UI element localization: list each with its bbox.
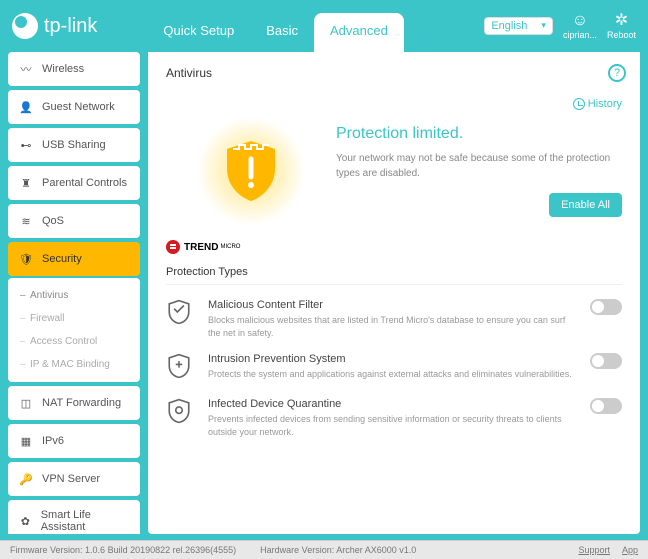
status-row: Protection limited. Your network may not… (166, 116, 622, 226)
usb-icon: ⊷ (18, 137, 34, 153)
sidebar-label: VPN Server (42, 473, 100, 485)
protection-type-row: Malicious Content Filter Blocks maliciou… (166, 299, 622, 339)
user-menu[interactable]: ☺ciprian... (563, 11, 597, 41)
reboot-button[interactable]: ✲Reboot (607, 11, 636, 41)
ptype-name: Intrusion Prevention System (208, 353, 576, 365)
top-bar: tp-link Quick Setup Basic Advanced Engli… (0, 0, 648, 52)
wifi-icon: 〰 (18, 61, 34, 77)
sidebar-item-qos[interactable]: ≋ QoS (8, 204, 140, 238)
fw-version: Firmware Version: 1.0.6 Build 20190822 r… (10, 545, 236, 555)
footer: Firmware Version: 1.0.6 Build 20190822 r… (0, 540, 648, 559)
sidebar-item-guest[interactable]: 👤 Guest Network (8, 90, 140, 124)
history-link[interactable]: History (166, 98, 622, 110)
protection-type-row: Infected Device Quarantine Prevents infe… (166, 398, 622, 438)
status-text: Protection limited. Your network may not… (336, 125, 622, 217)
quarantine-shield-icon (166, 398, 194, 429)
ptype-name: Infected Device Quarantine (208, 398, 576, 410)
clock-icon (573, 98, 585, 110)
ipv6-icon: ▦ (18, 433, 34, 449)
page-title: Antivirus (166, 66, 622, 80)
support-link[interactable]: Support (578, 545, 610, 555)
sidebar-item-vpn[interactable]: 🔑 VPN Server (8, 462, 140, 496)
user-label: ciprian... (563, 30, 597, 40)
sidebar-item-usb[interactable]: ⊷ USB Sharing (8, 128, 140, 162)
brand-text: tp-link (44, 15, 97, 38)
sidebar-item-ipv6[interactable]: ▦ IPv6 (8, 424, 140, 458)
sidebar-item-wireless[interactable]: 〰 Wireless (8, 52, 140, 86)
language-select[interactable]: English (484, 17, 553, 35)
ptype-body: Infected Device Quarantine Prevents infe… (208, 398, 576, 438)
sidebar-item-security[interactable]: 🛡 Security (8, 242, 140, 276)
protection-type-row: Intrusion Prevention System Protects the… (166, 353, 622, 384)
app-link[interactable]: App (622, 545, 638, 555)
sidebar: 〰 Wireless 👤 Guest Network ⊷ USB Sharing ♜ P… (8, 52, 140, 534)
toggle-intrusion-prevention[interactable] (590, 353, 622, 369)
sidebar-label: NAT Forwarding (42, 397, 121, 409)
topbar-right: English ☺ciprian... ✲Reboot (484, 11, 636, 41)
enable-all-button[interactable]: Enable All (549, 193, 622, 217)
toggle-malicious-filter[interactable] (590, 299, 622, 315)
reboot-label: Reboot (607, 30, 636, 40)
ptype-desc: Blocks malicious websites that are liste… (208, 314, 576, 339)
sub-item-access[interactable]: Access Control (8, 330, 140, 353)
sidebar-item-nat[interactable]: ◫ NAT Forwarding (8, 386, 140, 420)
qos-icon: ≋ (18, 213, 34, 229)
history-label: History (588, 98, 622, 110)
section-title: Protection Types (166, 266, 622, 285)
sub-item-firewall[interactable]: Firewall (8, 307, 140, 330)
tab-advanced[interactable]: Advanced (314, 13, 404, 52)
sidebar-label: QoS (42, 215, 64, 227)
trend-micro-badge: TREND MICRO (166, 240, 622, 254)
guest-icon: 👤 (18, 99, 34, 115)
ptype-desc: Prevents infected devices from sending s… (208, 413, 576, 438)
user-icon: ☺ (563, 11, 597, 30)
sidebar-label: Smart Life Assistant (41, 509, 130, 533)
tab-quick-setup[interactable]: Quick Setup (147, 13, 250, 52)
main-panel: Antivirus ? History Protection limited. … (148, 52, 640, 534)
sidebar-label: Guest Network (42, 101, 115, 113)
shield-warning-icon (223, 139, 279, 203)
sidebar-item-parental[interactable]: ♜ Parental Controls (8, 166, 140, 200)
ptype-body: Intrusion Prevention System Protects the… (208, 353, 576, 381)
brand-logo: tp-link (12, 13, 97, 39)
trend-sublabel: MICRO (220, 244, 240, 250)
sub-item-antivirus[interactable]: Antivirus (8, 284, 140, 307)
filter-shield-icon (166, 299, 194, 330)
sidebar-label: Wireless (42, 63, 84, 75)
nat-icon: ◫ (18, 395, 34, 411)
sidebar-item-smart[interactable]: ✿ Smart Life Assistant (8, 500, 140, 534)
sidebar-submenu: Antivirus Firewall Access Control IP & M… (8, 278, 140, 382)
shield-icon: 🛡 (18, 251, 34, 267)
parental-icon: ♜ (18, 175, 34, 191)
nav-tabs: Quick Setup Basic Advanced (147, 0, 403, 52)
sidebar-label: Security (42, 253, 82, 265)
logo-icon (12, 13, 38, 39)
trend-icon (166, 240, 180, 254)
sidebar-label: Parental Controls (42, 177, 127, 189)
ptype-name: Malicious Content Filter (208, 299, 576, 311)
ptype-body: Malicious Content Filter Blocks maliciou… (208, 299, 576, 339)
sidebar-label: USB Sharing (42, 139, 106, 151)
help-icon[interactable]: ? (608, 64, 626, 82)
status-title: Protection limited. (336, 125, 622, 143)
sub-item-ipmac[interactable]: IP & MAC Binding (8, 353, 140, 376)
toggle-quarantine[interactable] (590, 398, 622, 414)
status-desc: Your network may not be safe because som… (336, 151, 622, 181)
tab-basic[interactable]: Basic (250, 13, 314, 52)
shield-glow (196, 116, 306, 226)
vpn-icon: 🔑 (18, 471, 34, 487)
trend-label: TREND (184, 242, 218, 253)
hw-version: Hardware Version: Archer AX6000 v1.0 (260, 545, 416, 555)
ptype-desc: Protects the system and applications aga… (208, 368, 576, 381)
language-value: English (491, 20, 527, 32)
smart-icon: ✿ (18, 513, 33, 529)
reboot-icon: ✲ (607, 11, 636, 30)
ips-shield-icon (166, 353, 194, 384)
status-shield-wrap (166, 116, 336, 226)
sidebar-label: IPv6 (42, 435, 64, 447)
